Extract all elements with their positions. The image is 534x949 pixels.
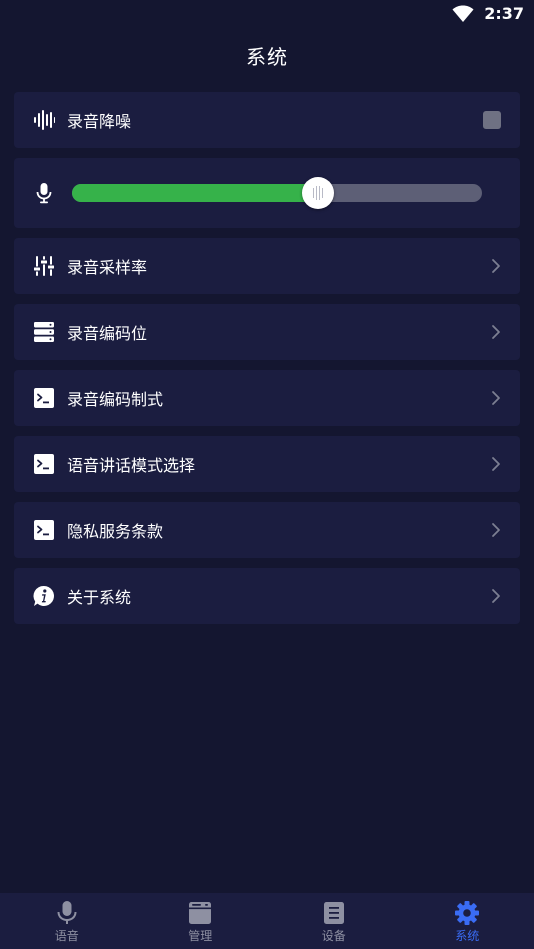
speech-mode-label: 语音讲话模式选择 xyxy=(67,456,196,475)
volume-slider[interactable] xyxy=(72,177,482,209)
nav-item-voice[interactable]: 语音 xyxy=(0,893,134,949)
about-system-row[interactable]: 关于系统 xyxy=(14,568,520,624)
terminal-icon xyxy=(33,453,55,475)
document-list-icon xyxy=(321,900,347,926)
privacy-terms-row[interactable]: 隐私服务条款 xyxy=(14,502,520,558)
chevron-right-icon xyxy=(492,391,500,405)
volume-row xyxy=(14,158,520,228)
sample-rate-label: 录音采样率 xyxy=(67,258,148,277)
microphone-icon xyxy=(33,182,55,204)
chevron-right-icon xyxy=(492,457,500,471)
wifi-icon xyxy=(452,5,474,22)
noise-reduction-row[interactable]: 录音降噪 xyxy=(14,92,520,148)
nav-label-voice: 语音 xyxy=(54,929,79,943)
privacy-terms-label: 隐私服务条款 xyxy=(67,522,164,541)
waveform-icon xyxy=(33,109,55,131)
status-bar: 2:37 xyxy=(0,0,534,28)
chevron-right-icon xyxy=(492,325,500,339)
speech-mode-row[interactable]: 语音讲话模式选择 xyxy=(14,436,520,492)
volume-slider-fill xyxy=(72,184,318,202)
volume-slider-thumb[interactable] xyxy=(302,177,334,209)
nav-label-device: 设备 xyxy=(321,929,346,943)
sample-rate-row[interactable]: 录音采样率 xyxy=(14,238,520,294)
noise-reduction-label: 录音降噪 xyxy=(67,112,132,131)
chevron-right-icon xyxy=(492,523,500,537)
gear-icon xyxy=(454,900,480,926)
bottom-nav: 语音 管理 设备 系统 xyxy=(0,893,534,949)
chevron-right-icon xyxy=(492,259,500,273)
encoding-bits-label: 录音编码位 xyxy=(67,324,148,343)
microphone-icon xyxy=(54,900,80,926)
page-title: 系统 xyxy=(246,44,288,69)
title-bar: 系统 xyxy=(0,28,534,82)
terminal-icon xyxy=(33,387,55,409)
server-icon xyxy=(33,321,55,343)
encoding-format-label: 录音编码制式 xyxy=(67,390,164,409)
encoding-format-row[interactable]: 录音编码制式 xyxy=(14,370,520,426)
nav-label-manage: 管理 xyxy=(188,929,213,943)
browser-window-icon xyxy=(187,900,213,926)
nav-item-system[interactable]: 系统 xyxy=(401,893,534,949)
nav-label-system: 系统 xyxy=(455,929,480,943)
status-time: 2:37 xyxy=(484,4,524,23)
grip-icon xyxy=(313,186,323,200)
about-system-label: 关于系统 xyxy=(67,588,132,607)
encoding-bits-row[interactable]: 录音编码位 xyxy=(14,304,520,360)
terminal-icon xyxy=(33,519,55,541)
nav-item-manage[interactable]: 管理 xyxy=(134,893,268,949)
nav-item-device[interactable]: 设备 xyxy=(267,893,401,949)
chevron-right-icon xyxy=(492,589,500,603)
sliders-icon xyxy=(33,255,55,277)
noise-reduction-checkbox[interactable] xyxy=(483,111,501,129)
info-icon xyxy=(33,585,55,607)
